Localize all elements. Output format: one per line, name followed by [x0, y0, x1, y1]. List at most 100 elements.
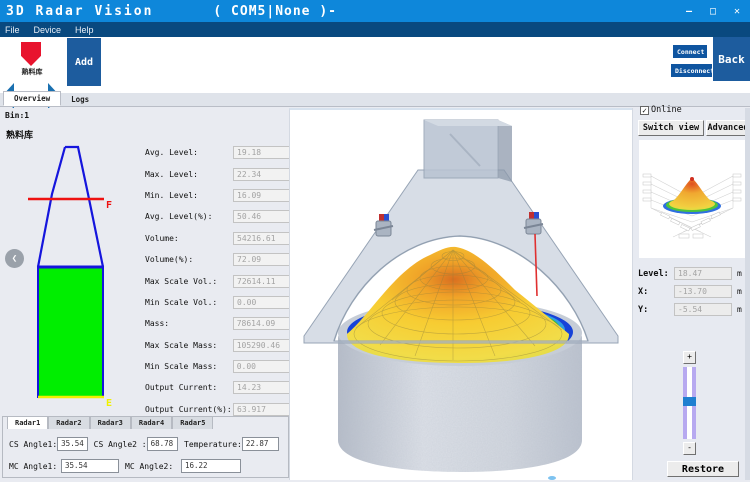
stat-label: Max Scale Mass:: [145, 341, 233, 350]
stat-label: Volume:: [145, 234, 233, 243]
stat-row: Avg. Level(%):50.46%: [145, 206, 313, 227]
stat-label: Output Current(%):: [145, 405, 233, 414]
silo-outline-right: [65, 147, 103, 267]
surface-thumbnail: [639, 140, 745, 258]
mc-angle2-field[interactable]: 16.22: [181, 459, 241, 473]
stat-row: Max Scale Mass:105290.46ton: [145, 335, 313, 356]
level-unit: m: [737, 269, 742, 278]
online-label: Online: [651, 105, 682, 115]
stat-value: 63.917: [233, 403, 295, 416]
silo-3d-viewport[interactable]: [289, 108, 632, 480]
stat-label: Mass:: [145, 319, 233, 328]
stat-label: Output Current:: [145, 383, 233, 392]
zoom-slider-handle[interactable]: [683, 397, 696, 406]
silo-fill-green: [39, 268, 103, 397]
disconnect-button[interactable]: Disconnect: [671, 64, 712, 77]
coord-level-row: Level: 18.47 m: [638, 267, 742, 280]
zoom-out-button[interactable]: -: [683, 442, 696, 455]
menu-help[interactable]: Help: [75, 25, 94, 35]
stat-label: Min Scale Vol.:: [145, 298, 233, 307]
stat-label: Max. Level:: [145, 170, 233, 179]
stat-value: 22.34: [233, 168, 295, 181]
back-button[interactable]: Back: [713, 37, 750, 81]
stat-label: Min Scale Mass:: [145, 362, 233, 371]
stat-row: Avg. Level:19.18m: [145, 142, 313, 163]
add-bin-button[interactable]: Add: [67, 38, 101, 86]
x-value: -13.70: [674, 285, 732, 298]
silo-outline-left: [38, 147, 65, 267]
stat-row: Volume(%):72.09%: [145, 249, 313, 270]
coord-x-row: X: -13.70 m: [638, 285, 742, 298]
bin-flag-icon[interactable]: [21, 42, 41, 66]
stats-panel: Avg. Level:19.18m Max. Level:22.34m Min.…: [145, 142, 313, 420]
stat-row: Output Current:14.23mA: [145, 377, 313, 398]
tab-radar2[interactable]: Radar2: [48, 416, 89, 429]
x-unit: m: [737, 287, 742, 296]
tab-logs[interactable]: Logs: [61, 93, 99, 106]
radar-tabstrip: Radar1 Radar2 Radar3 Radar4 Radar5: [7, 416, 213, 429]
connect-button[interactable]: Connect: [673, 45, 707, 58]
temperature-label: Temperature:: [184, 440, 242, 449]
stat-value: 16.09: [233, 189, 295, 202]
minimize-icon[interactable]: –: [682, 6, 696, 17]
maximize-icon[interactable]: □: [706, 6, 720, 17]
restore-view-button[interactable]: Restore: [667, 461, 739, 477]
tab-radar3[interactable]: Radar3: [90, 416, 131, 429]
tab-radar1[interactable]: Radar1: [7, 416, 48, 429]
zoom-slider-track[interactable]: [683, 367, 696, 439]
mc-angle1-field[interactable]: 35.54: [61, 459, 119, 473]
cs-angle1-field[interactable]: 35.54: [57, 437, 87, 451]
bin-name-label: 熟料库: [6, 128, 33, 141]
zoom-in-button[interactable]: +: [683, 351, 696, 364]
chevron-left-icon: ❮: [12, 254, 17, 264]
main-tabstrip: Overview Logs: [0, 93, 750, 107]
x-label: X:: [638, 287, 674, 297]
coord-y-row: Y: -5.54 m: [638, 303, 742, 316]
sidebar-edge-strip: [745, 108, 750, 480]
radar-fields: CS Angle1: 35.54 CS Angle2 : 68.78 Tempe…: [9, 433, 285, 477]
tab-radar4[interactable]: Radar4: [131, 416, 172, 429]
temperature-field[interactable]: 22.87: [242, 437, 279, 451]
cs-angle2-field[interactable]: 68.78: [147, 437, 178, 451]
tab-radar5[interactable]: Radar5: [172, 416, 213, 429]
stat-label: Max Scale Vol.:: [145, 277, 233, 286]
stat-label: Avg. Level(%):: [145, 212, 233, 221]
bin-flag-label: 熟料库: [14, 67, 50, 77]
mc-angle1-label: MC Angle1:: [9, 462, 61, 471]
stat-value: 72614.11: [233, 275, 295, 288]
menu-bar: File Device Help: [0, 22, 750, 37]
online-checkbox[interactable]: ✓: [640, 106, 649, 115]
stat-value: 50.46: [233, 210, 295, 223]
scroll-indicator: [548, 476, 556, 480]
stat-value: 54216.61: [233, 232, 295, 245]
switch-view-button[interactable]: Switch view: [638, 120, 704, 136]
mc-angle2-label: MC Angle2:: [125, 462, 181, 471]
connection-status: ( COM5|None )-: [213, 4, 337, 19]
tab-overview[interactable]: Overview: [3, 91, 61, 106]
silo-3d-render: [290, 110, 631, 478]
app-title: 3D Radar Vision: [6, 4, 153, 19]
stat-row: Max Scale Vol.:72614.11m³: [145, 270, 313, 291]
stat-row: Min Scale Vol.:0.00m³: [145, 292, 313, 313]
menu-device[interactable]: Device: [34, 25, 62, 35]
menu-file[interactable]: File: [5, 25, 20, 35]
stat-value: 0.00: [233, 360, 295, 373]
stat-row: Mass:78614.09ton: [145, 313, 313, 334]
level-value: 18.47: [674, 267, 732, 280]
stat-value: 105290.46: [233, 339, 295, 352]
full-marker-label: F: [106, 200, 112, 211]
advanced-button[interactable]: Advanced: [706, 120, 750, 136]
stat-row: Max. Level:22.34m: [145, 163, 313, 184]
stat-row: Min Scale Mass:0.00ton: [145, 356, 313, 377]
viewer-sidebar: ✓ Online Switch view Advanced: [632, 108, 750, 480]
silo-level-diagram: F E: [10, 144, 122, 412]
radar-panel: Radar1 Radar2 Radar3 Radar4 Radar5 CS An…: [2, 416, 289, 478]
toolbar: 熟料库 Add Connect Disconnect Back: [0, 37, 750, 93]
stat-row: Min. Level:16.09m: [145, 185, 313, 206]
stat-label: Volume(%):: [145, 255, 233, 264]
close-icon[interactable]: ✕: [730, 6, 744, 17]
y-value: -5.54: [674, 303, 732, 316]
title-bar[interactable]: 3D Radar Vision ( COM5|None )- – □ ✕: [0, 0, 750, 22]
cs-angle1-label: CS Angle1:: [9, 440, 57, 449]
collapse-panel-button[interactable]: ❮: [5, 249, 24, 268]
